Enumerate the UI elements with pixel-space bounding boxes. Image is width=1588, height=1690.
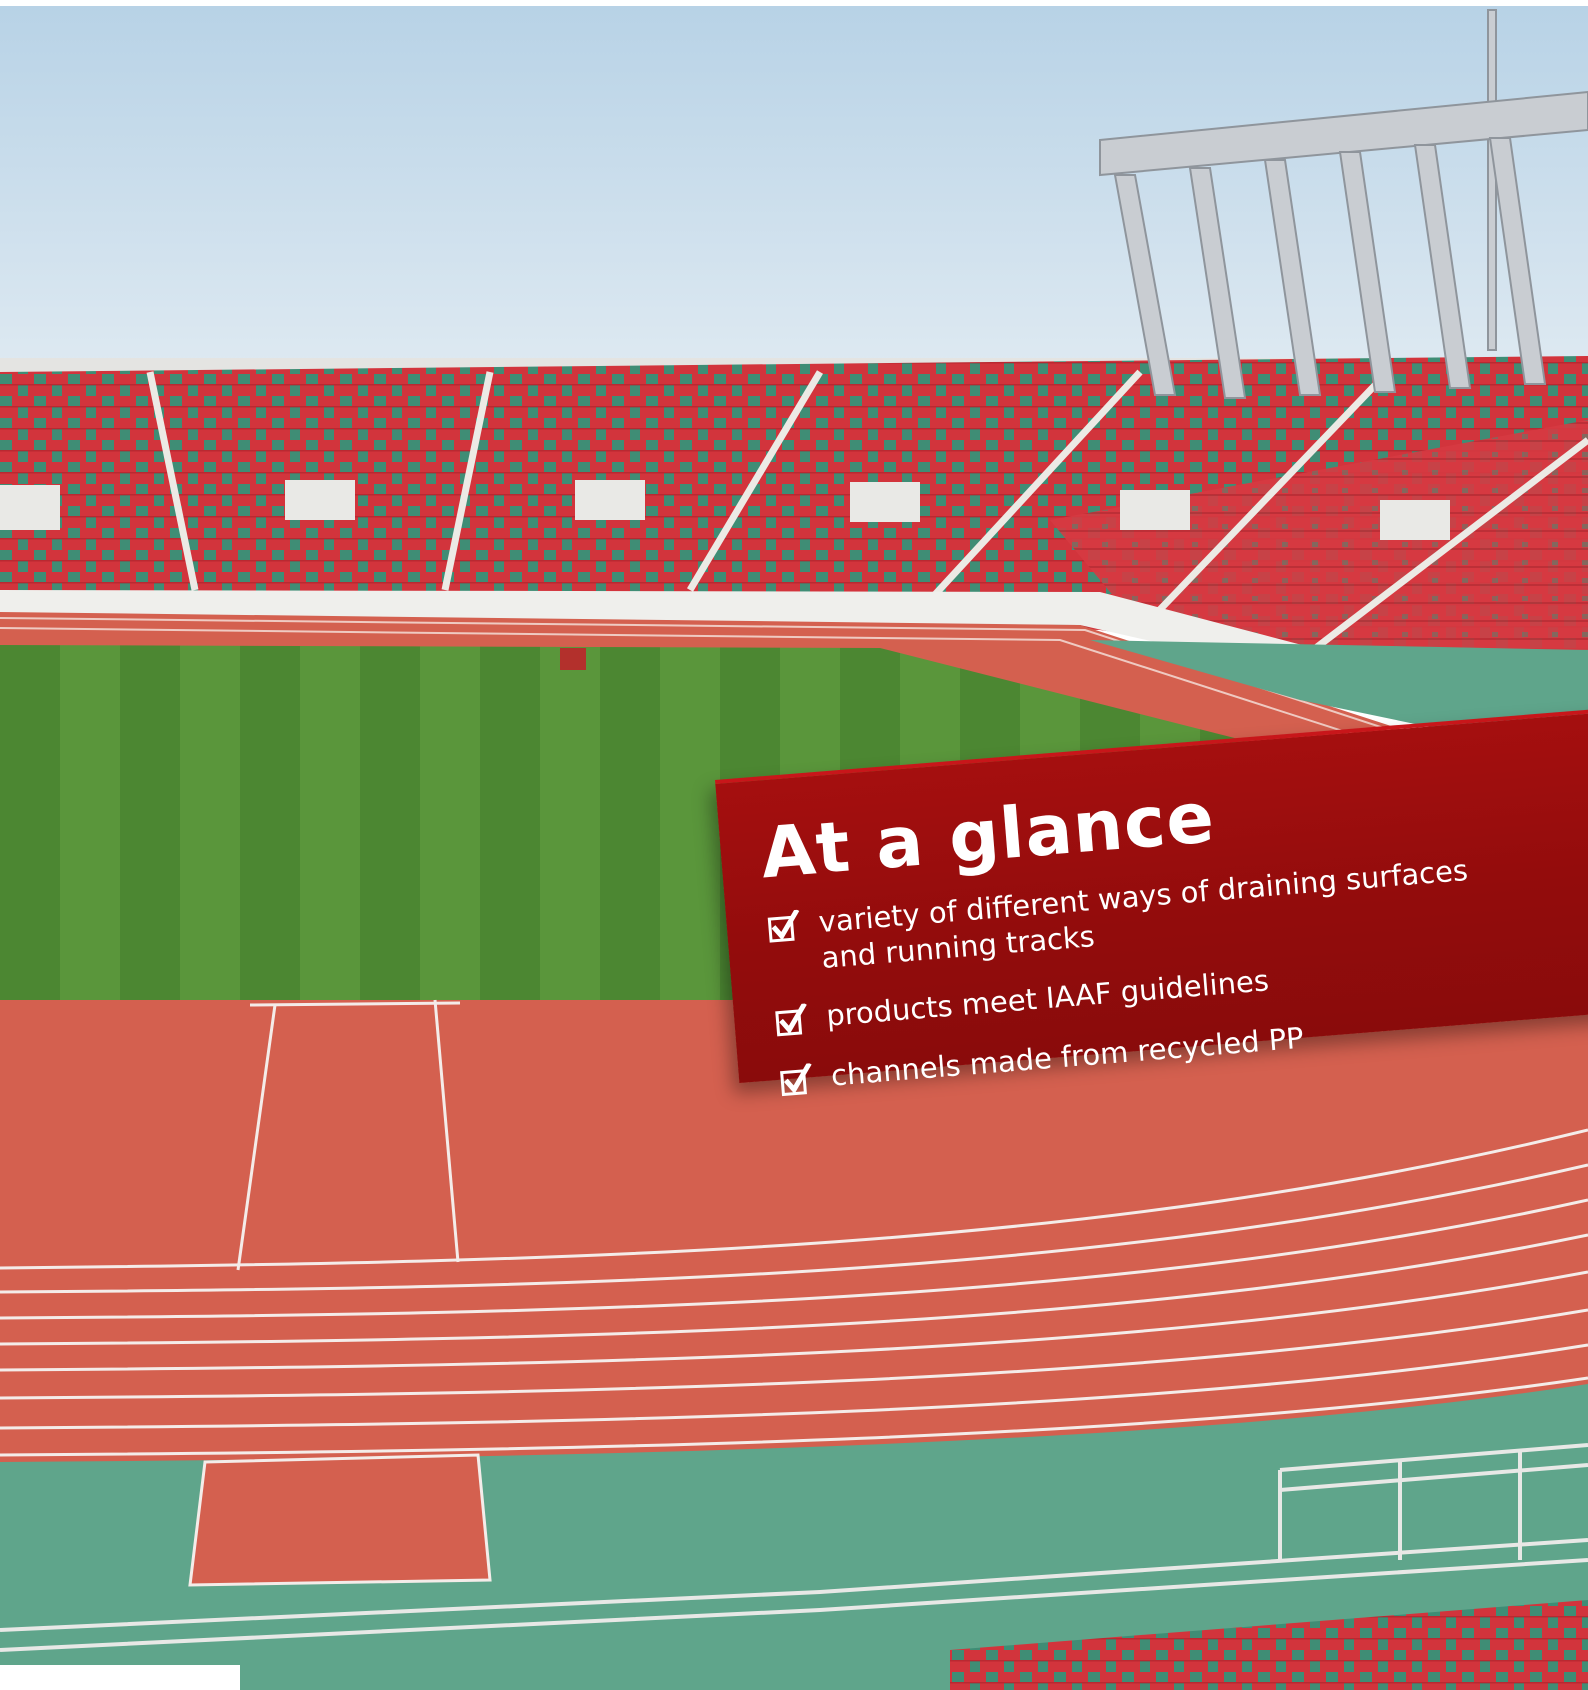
list-item-text: channels made from recycled PP xyxy=(829,1020,1305,1093)
panel-title: At a glance xyxy=(757,776,1218,895)
checkbox-checked-icon xyxy=(780,1063,812,1097)
checkbox-checked-icon xyxy=(767,909,800,943)
checkbox-checked-icon xyxy=(775,1003,807,1037)
list-item-text: products meet IAAF guidelines xyxy=(824,963,1271,1033)
